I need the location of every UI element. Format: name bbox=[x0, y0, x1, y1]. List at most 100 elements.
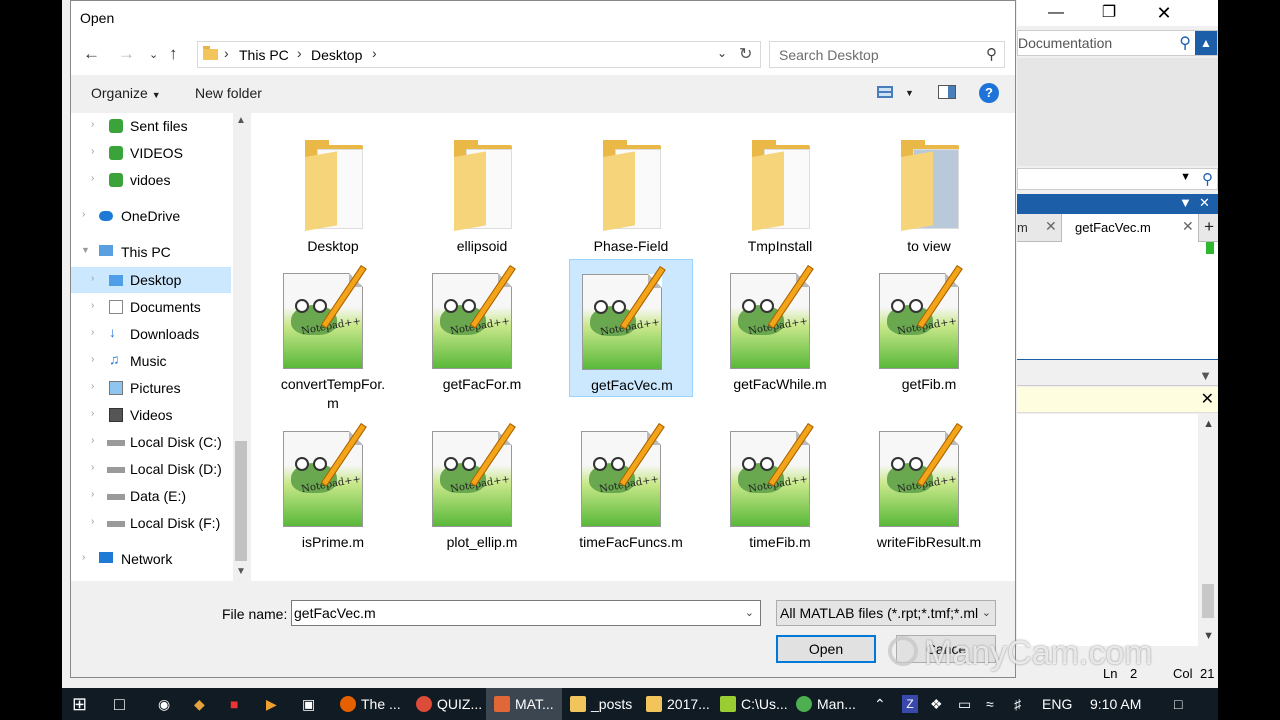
path-combo[interactable]: ▼ ⚲ bbox=[1017, 168, 1218, 190]
pdf-icon[interactable]: ■ bbox=[230, 688, 238, 720]
media-icon[interactable]: ▶ bbox=[266, 688, 277, 720]
close-icon[interactable]: ✕ bbox=[1201, 389, 1214, 409]
nav-item-data-e[interactable]: › Data (E:) bbox=[71, 483, 231, 509]
file-name-input[interactable] bbox=[294, 603, 734, 623]
chevron-down-icon[interactable]: ⌄ bbox=[982, 606, 991, 619]
taskbar-item-matlab[interactable]: MAT... bbox=[486, 688, 562, 720]
chevron-right-icon[interactable]: › bbox=[91, 354, 94, 365]
notifications-icon[interactable]: □ bbox=[1174, 688, 1182, 720]
chevron-down-icon[interactable]: ⌄ bbox=[717, 46, 727, 60]
documentation-search[interactable]: Documentation ⚲ ▲ bbox=[1017, 30, 1218, 56]
terminal-icon[interactable]: ▣ bbox=[302, 688, 315, 720]
command-window[interactable]: ▲ ▼ bbox=[1017, 414, 1218, 646]
nav-item-videos[interactable]: › Videos bbox=[71, 402, 231, 428]
search-icon[interactable]: ⚲ bbox=[986, 45, 997, 63]
tab-m[interactable]: m bbox=[1017, 220, 1028, 235]
chevron-right-icon[interactable]: › bbox=[91, 173, 94, 184]
file-item-ellipsoid[interactable]: ellipsoid bbox=[420, 121, 544, 259]
file-item-desktop[interactable]: Desktop bbox=[271, 121, 395, 259]
collapse-toolstrip-icon[interactable]: ▲ bbox=[1195, 31, 1217, 55]
nav-item-videos-upper[interactable]: › VIDEOS bbox=[71, 140, 231, 166]
chevron-down-icon[interactable]: ▼ bbox=[1199, 368, 1212, 383]
file-item-tmpinstall[interactable]: TmpInstall bbox=[718, 121, 842, 259]
file-item-plot-ellip[interactable]: Notepad++ plot_ellip.m bbox=[420, 417, 544, 555]
camera-icon[interactable]: ◉ bbox=[158, 688, 170, 720]
file-item-writefibresult[interactable]: Notepad++ writeFibResult.m bbox=[867, 417, 991, 555]
minimize-icon[interactable]: — bbox=[1033, 2, 1079, 24]
task-view-icon[interactable]: □ bbox=[114, 688, 125, 720]
wifi-icon[interactable]: ≈ bbox=[986, 688, 994, 720]
chevron-right-icon[interactable]: › bbox=[91, 489, 94, 500]
nav-item-desktop[interactable]: › Desktop bbox=[71, 267, 231, 293]
chevron-right-icon[interactable]: › bbox=[91, 408, 94, 419]
file-item-getfacvec[interactable]: Notepad++ getFacVec.m bbox=[569, 259, 693, 397]
close-icon[interactable]: ✕ bbox=[1199, 195, 1210, 211]
chevron-down-icon[interactable]: ▼ bbox=[1180, 171, 1191, 183]
close-tab-icon[interactable]: ✕ bbox=[1045, 218, 1057, 235]
dropbox-icon[interactable]: ❖ bbox=[930, 688, 943, 720]
taskbar-item-chrome[interactable]: QUIZ... bbox=[412, 688, 486, 720]
forward-arrow-icon[interactable]: → bbox=[118, 44, 135, 64]
tab-getfacvec[interactable]: getFacVec.m ✕ bbox=[1061, 214, 1199, 242]
up-arrow-icon[interactable]: ↑ bbox=[169, 44, 178, 64]
nav-item-local-disk-d[interactable]: › Local Disk (D:) bbox=[71, 456, 231, 482]
chevron-right-icon[interactable]: › bbox=[91, 327, 94, 338]
address-bar[interactable]: › This PC › Desktop › ⌄ ↻ bbox=[197, 41, 761, 68]
chevron-right-icon[interactable]: › bbox=[91, 146, 94, 157]
file-item-getfacfor[interactable]: Notepad++ getFacFor.m bbox=[420, 259, 544, 397]
battery-icon[interactable]: ▭ bbox=[958, 688, 971, 720]
taskbar-item-firefox[interactable]: The ... bbox=[336, 688, 405, 720]
scroll-up-icon[interactable]: ▲ bbox=[1203, 418, 1214, 430]
windows-start-icon[interactable]: ⊞ bbox=[72, 688, 87, 720]
z-app-icon[interactable]: Z bbox=[902, 695, 918, 713]
file-name-combo[interactable]: ⌄ bbox=[291, 600, 761, 626]
clock[interactable]: 9:10 AM bbox=[1090, 688, 1141, 720]
refresh-icon[interactable]: ↻ bbox=[739, 44, 752, 64]
file-item-to-view[interactable]: to view bbox=[867, 121, 991, 259]
scroll-down-icon[interactable]: ▼ bbox=[236, 566, 246, 577]
nav-item-local-disk-f[interactable]: › Local Disk (F:) bbox=[71, 510, 231, 536]
chevron-right-icon[interactable]: › bbox=[372, 45, 377, 61]
nav-item-sent-files[interactable]: › Sent files bbox=[71, 113, 231, 139]
nav-item-local-disk-c[interactable]: › Local Disk (C:) bbox=[71, 429, 231, 455]
change-view-icon[interactable] bbox=[877, 85, 893, 102]
nav-item-music[interactable]: › ♫ Music bbox=[71, 348, 231, 374]
editor-options-icon[interactable]: ▼ bbox=[1179, 195, 1192, 210]
open-button[interactable]: Open bbox=[776, 635, 876, 663]
chevron-right-icon[interactable]: › bbox=[91, 516, 94, 527]
preview-pane-icon[interactable] bbox=[938, 85, 956, 102]
close-icon[interactable]: ✕ bbox=[1141, 2, 1187, 24]
file-item-converttempfor[interactable]: Notepad++ convertTempFor. m bbox=[271, 259, 395, 411]
file-item-timefacfuncs[interactable]: Notepad++ timeFacFuncs.m bbox=[569, 417, 693, 555]
scroll-thumb[interactable] bbox=[235, 441, 247, 561]
add-tab-icon[interactable]: + bbox=[1204, 217, 1214, 237]
chevron-down-icon[interactable]: ▼ bbox=[81, 245, 90, 255]
scroll-thumb[interactable] bbox=[1202, 584, 1214, 618]
view-options-icon[interactable]: ▼ bbox=[905, 88, 914, 98]
chevron-right-icon[interactable]: › bbox=[91, 435, 94, 446]
nav-item-downloads[interactable]: › ↓ Downloads bbox=[71, 321, 231, 347]
recent-locations-icon[interactable]: ⌄ bbox=[149, 48, 158, 61]
nav-item-this-pc[interactable]: ▼ This PC bbox=[71, 239, 231, 265]
nav-item-documents[interactable]: › Documents bbox=[71, 294, 231, 320]
help-icon[interactable]: ? bbox=[979, 83, 999, 103]
chevron-right-icon[interactable]: › bbox=[91, 300, 94, 311]
chevron-right-icon[interactable]: › bbox=[91, 119, 94, 130]
nav-item-network[interactable]: › Network bbox=[71, 546, 231, 572]
volume-muted-icon[interactable]: ♯ bbox=[1014, 688, 1021, 720]
search-desktop-input[interactable]: Search Desktop ⚲ bbox=[769, 41, 1005, 68]
file-item-isprime[interactable]: Notepad++ isPrime.m bbox=[271, 417, 395, 555]
taskbar-item-manycam[interactable]: Man... bbox=[792, 688, 860, 720]
nav-item-vidoes[interactable]: › vidoes bbox=[71, 167, 231, 193]
taskbar-item-posts[interactable]: _posts bbox=[566, 688, 636, 720]
chevron-right-icon[interactable]: › bbox=[224, 45, 229, 61]
close-tab-icon[interactable]: ✕ bbox=[1182, 218, 1194, 235]
taskbar-item-notepad[interactable]: C:\Us... bbox=[716, 688, 792, 720]
scroll-down-icon[interactable]: ▼ bbox=[1203, 630, 1214, 642]
file-item-phase-field[interactable]: Phase-Field bbox=[569, 121, 693, 259]
breadcrumb-desktop[interactable]: Desktop bbox=[311, 47, 362, 63]
breadcrumb-this-pc[interactable]: This PC bbox=[239, 47, 289, 63]
new-folder-button[interactable]: New folder bbox=[195, 85, 262, 101]
nav-item-pictures[interactable]: › Pictures bbox=[71, 375, 231, 401]
nav-item-onedrive[interactable]: › OneDrive bbox=[71, 203, 231, 229]
